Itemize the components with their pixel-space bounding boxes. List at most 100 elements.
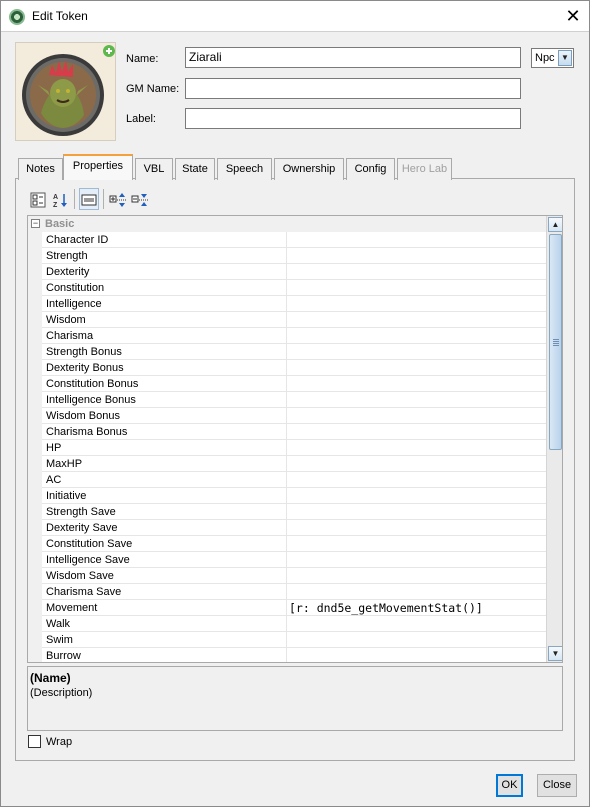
property-name: HP [46, 442, 62, 454]
token-type-select[interactable]: Npc ▼ [531, 48, 574, 68]
table-row[interactable]: Charisma [28, 328, 546, 344]
property-value[interactable] [286, 312, 546, 328]
property-value[interactable] [286, 568, 546, 584]
expand-all-icon[interactable] [108, 188, 128, 210]
table-row[interactable]: Strength Save [28, 504, 546, 520]
label-field[interactable] [185, 108, 521, 129]
property-value[interactable] [286, 520, 546, 536]
table-row[interactable]: Strength [28, 248, 546, 264]
table-row[interactable]: Intelligence Bonus [28, 392, 546, 408]
tab-ownership[interactable]: Ownership [274, 158, 344, 180]
property-value[interactable] [286, 232, 546, 248]
tab-notes[interactable]: Notes [18, 158, 63, 180]
property-grid: − Basic Character ID Strength Dexterity Con… [27, 215, 563, 663]
row-gutter [28, 296, 42, 312]
wrap-checkbox[interactable] [28, 735, 41, 748]
scroll-up-icon[interactable]: ▲ [548, 217, 562, 232]
property-value[interactable] [286, 424, 546, 440]
table-row[interactable]: MaxHP [28, 456, 546, 472]
row-gutter [28, 456, 42, 472]
gm-name-field[interactable] [185, 78, 521, 99]
property-value[interactable] [286, 584, 546, 600]
table-row[interactable]: Dexterity Save [28, 520, 546, 536]
row-gutter [28, 392, 42, 408]
categorized-view-icon[interactable] [28, 188, 48, 210]
property-value[interactable] [286, 552, 546, 568]
table-row[interactable]: Wisdom [28, 312, 546, 328]
tab-properties[interactable]: Properties [63, 154, 133, 180]
property-name: Intelligence [46, 298, 102, 310]
table-row[interactable]: Charisma Save [28, 584, 546, 600]
collapse-icon[interactable]: − [31, 219, 40, 228]
property-value[interactable] [286, 328, 546, 344]
property-value[interactable] [286, 472, 546, 488]
description-pane: (Name) (Description) [27, 666, 563, 731]
table-row[interactable]: Walk [28, 616, 546, 632]
table-row[interactable]: Constitution [28, 280, 546, 296]
property-value[interactable] [286, 616, 546, 632]
close-icon[interactable]: ✕ [559, 5, 587, 27]
category-row[interactable]: − Basic [28, 216, 546, 232]
table-row[interactable]: Charisma Bonus [28, 424, 546, 440]
table-row[interactable]: Intelligence [28, 296, 546, 312]
table-row[interactable]: Burrow [28, 648, 546, 662]
table-row[interactable]: Constitution Bonus [28, 376, 546, 392]
table-row[interactable]: Character ID [28, 232, 546, 248]
property-value[interactable] [286, 408, 546, 424]
row-gutter [28, 488, 42, 504]
property-name: Wisdom Save [46, 570, 114, 582]
table-row[interactable]: AC [28, 472, 546, 488]
property-value[interactable] [286, 376, 546, 392]
close-button[interactable]: Close [537, 774, 577, 797]
row-gutter [28, 424, 42, 440]
table-row[interactable]: Dexterity Bonus [28, 360, 546, 376]
table-row[interactable]: Swim [28, 632, 546, 648]
table-row[interactable]: Movement [r: dnd5e_getMovementStat()] [28, 600, 546, 616]
property-name: Wisdom [46, 314, 86, 326]
collapse-all-icon[interactable] [130, 188, 150, 210]
property-value[interactable] [286, 504, 546, 520]
property-value[interactable] [286, 632, 546, 648]
table-row[interactable]: HP [28, 440, 546, 456]
property-value[interactable] [286, 648, 546, 662]
ok-button[interactable]: OK [496, 774, 523, 797]
table-row[interactable]: Strength Bonus [28, 344, 546, 360]
property-name: Burrow [46, 650, 81, 662]
property-value[interactable] [286, 344, 546, 360]
vertical-scrollbar[interactable]: ▲ ▼ [546, 216, 562, 662]
row-gutter [28, 248, 42, 264]
table-row[interactable]: Constitution Save [28, 536, 546, 552]
property-value[interactable] [286, 360, 546, 376]
tab-speech[interactable]: Speech [217, 158, 272, 180]
property-value[interactable] [286, 296, 546, 312]
property-value[interactable] [286, 264, 546, 280]
table-row[interactable]: Dexterity [28, 264, 546, 280]
property-value[interactable] [286, 248, 546, 264]
property-value[interactable] [286, 536, 546, 552]
property-value[interactable] [286, 488, 546, 504]
scrollbar-thumb[interactable] [549, 234, 562, 450]
description-toggle-icon[interactable] [79, 188, 99, 210]
table-row[interactable]: Wisdom Save [28, 568, 546, 584]
property-value[interactable] [286, 456, 546, 472]
table-row[interactable]: Initiative [28, 488, 546, 504]
description-text: (Description) [30, 687, 93, 699]
property-value[interactable] [286, 440, 546, 456]
property-value[interactable] [286, 392, 546, 408]
token-portrait[interactable] [15, 42, 116, 141]
property-name: Intelligence Save [46, 554, 130, 566]
scroll-down-icon[interactable]: ▼ [548, 646, 562, 661]
property-value[interactable] [286, 280, 546, 296]
row-gutter [28, 536, 42, 552]
tab-vbl[interactable]: VBL [135, 158, 173, 180]
row-gutter [28, 344, 42, 360]
table-row[interactable]: Wisdom Bonus [28, 408, 546, 424]
property-value[interactable]: [r: dnd5e_getMovementStat()] [286, 600, 546, 616]
name-field[interactable]: Ziarali [185, 47, 521, 68]
row-gutter [28, 360, 42, 376]
tab-state[interactable]: State [175, 158, 215, 180]
sort-alphabetical-icon[interactable]: A Z [50, 188, 70, 210]
table-row[interactable]: Intelligence Save [28, 552, 546, 568]
tab-config[interactable]: Config [346, 158, 395, 180]
property-name: Dexterity Save [46, 522, 118, 534]
